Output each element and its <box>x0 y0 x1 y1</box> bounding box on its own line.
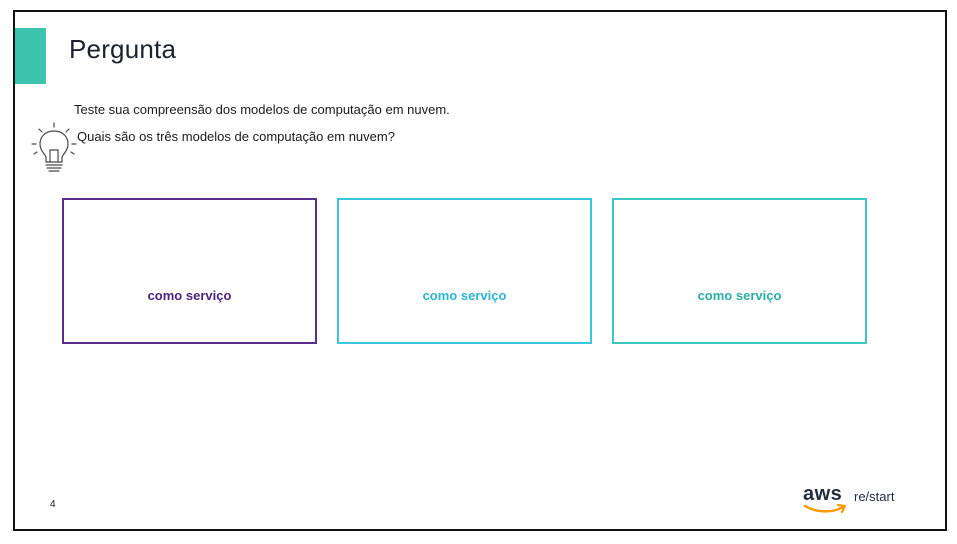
answer-card-1: como serviço <box>62 198 317 344</box>
restart-logo-text: re/start <box>854 489 895 504</box>
page-number: 4 <box>50 499 56 510</box>
answer-card-3: como serviço <box>612 198 867 344</box>
aws-logo-text: aws <box>803 483 843 505</box>
answer-card-2-label: como serviço <box>422 287 507 303</box>
answer-card-3-label: como serviço <box>697 287 782 303</box>
answer-card-2: como serviço <box>337 198 592 344</box>
slide: Pergunta Teste sua compreensão dos model… <box>13 10 947 531</box>
intro-text: Teste sua compreensão dos modelos de com… <box>74 102 450 117</box>
answer-card-1-label: como serviço <box>147 287 232 303</box>
aws-logo: aws <box>803 484 849 516</box>
aws-restart-logo: aws re/start <box>803 484 894 516</box>
question-text: Quais são os três modelos de computação … <box>77 129 395 144</box>
slide-title: Pergunta <box>69 34 177 64</box>
title-accent-bar <box>15 28 46 84</box>
aws-smile-icon <box>803 503 847 514</box>
lightbulb-icon <box>31 122 77 172</box>
